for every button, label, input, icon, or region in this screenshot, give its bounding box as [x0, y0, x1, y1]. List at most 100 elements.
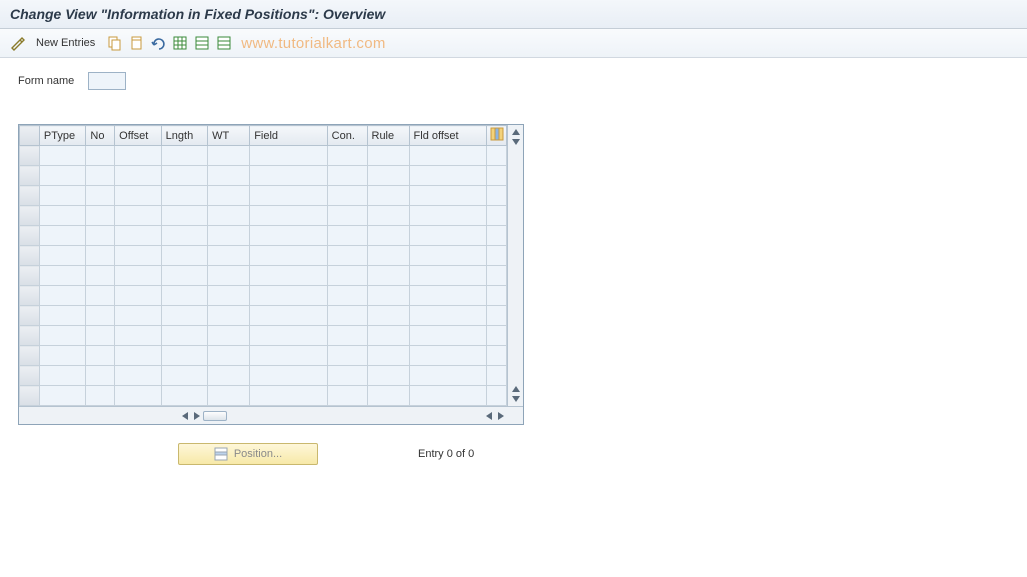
grid-cell[interactable]	[115, 306, 161, 326]
hscroll-thumb[interactable]	[203, 411, 227, 421]
row-selector[interactable]	[20, 306, 40, 326]
grid-cell[interactable]	[86, 306, 115, 326]
grid-cell[interactable]	[250, 386, 327, 406]
grid-cell[interactable]	[487, 226, 507, 246]
grid-cell[interactable]	[115, 266, 161, 286]
grid-cell[interactable]	[367, 386, 409, 406]
col-wt[interactable]: WT	[208, 126, 250, 146]
scroll-left-icon[interactable]	[182, 412, 188, 420]
grid-cell[interactable]	[161, 306, 207, 326]
grid-cell[interactable]	[208, 346, 250, 366]
scroll-left-end-icon[interactable]	[486, 412, 492, 420]
col-field[interactable]: Field	[250, 126, 327, 146]
grid-cell[interactable]	[208, 206, 250, 226]
grid-cell[interactable]	[327, 266, 367, 286]
grid-cell[interactable]	[86, 206, 115, 226]
grid-cell[interactable]	[367, 366, 409, 386]
grid-cell[interactable]	[39, 146, 85, 166]
grid-cell[interactable]	[327, 366, 367, 386]
scroll-right-icon[interactable]	[194, 412, 200, 420]
form-name-field[interactable]	[88, 72, 126, 90]
grid-cell[interactable]	[487, 286, 507, 306]
row-selector[interactable]	[20, 246, 40, 266]
grid-cell[interactable]	[327, 346, 367, 366]
grid-cell[interactable]	[208, 166, 250, 186]
grid-cell[interactable]	[115, 206, 161, 226]
delete-icon[interactable]	[127, 34, 145, 52]
grid-cell[interactable]	[86, 286, 115, 306]
col-no[interactable]: No	[86, 126, 115, 146]
grid-cell[interactable]	[86, 186, 115, 206]
grid-cell[interactable]	[161, 206, 207, 226]
grid-cell[interactable]	[250, 286, 327, 306]
grid-cell[interactable]	[367, 226, 409, 246]
grid-cell[interactable]	[86, 386, 115, 406]
col-rule[interactable]: Rule	[367, 126, 409, 146]
scroll-down-bottom-icon[interactable]	[512, 396, 520, 402]
grid-cell[interactable]	[115, 286, 161, 306]
grid-cell[interactable]	[250, 366, 327, 386]
grid-cell[interactable]	[367, 286, 409, 306]
col-fldoffset[interactable]: Fld offset	[409, 126, 486, 146]
grid-cell[interactable]	[327, 286, 367, 306]
grid-cell[interactable]	[409, 326, 486, 346]
grid-cell[interactable]	[86, 346, 115, 366]
copy-icon[interactable]	[105, 34, 123, 52]
scroll-right-end-icon[interactable]	[498, 412, 504, 420]
grid-cell[interactable]	[208, 326, 250, 346]
scroll-up-bottom-icon[interactable]	[512, 386, 520, 392]
grid-cell[interactable]	[208, 146, 250, 166]
grid-cell[interactable]	[161, 346, 207, 366]
new-entries-button[interactable]: New Entries	[30, 35, 101, 51]
grid-cell[interactable]	[327, 306, 367, 326]
grid-cell[interactable]	[367, 166, 409, 186]
grid-cell[interactable]	[409, 306, 486, 326]
grid-cell[interactable]	[250, 146, 327, 166]
grid-cell[interactable]	[409, 166, 486, 186]
vertical-scrollbar[interactable]	[507, 125, 523, 406]
configure-columns-icon[interactable]	[487, 126, 507, 146]
select-block-icon[interactable]	[193, 34, 211, 52]
row-selector[interactable]	[20, 186, 40, 206]
position-button[interactable]: Position...	[178, 443, 318, 465]
grid-cell[interactable]	[39, 326, 85, 346]
grid-cell[interactable]	[367, 206, 409, 226]
grid-cell[interactable]	[39, 166, 85, 186]
grid-cell[interactable]	[487, 366, 507, 386]
grid-cell[interactable]	[409, 346, 486, 366]
grid-cell[interactable]	[115, 166, 161, 186]
row-selector[interactable]	[20, 366, 40, 386]
grid-cell[interactable]	[115, 246, 161, 266]
row-selector-header[interactable]	[20, 126, 40, 146]
grid-cell[interactable]	[86, 266, 115, 286]
grid-cell[interactable]	[250, 166, 327, 186]
grid-cell[interactable]	[327, 146, 367, 166]
grid-cell[interactable]	[86, 246, 115, 266]
grid-cell[interactable]	[161, 246, 207, 266]
grid-cell[interactable]	[409, 186, 486, 206]
horizontal-scrollbar[interactable]	[19, 406, 523, 424]
grid-cell[interactable]	[39, 186, 85, 206]
grid-cell[interactable]	[250, 226, 327, 246]
grid-cell[interactable]	[161, 286, 207, 306]
toggle-edit-icon[interactable]	[8, 34, 26, 52]
grid-cell[interactable]	[39, 266, 85, 286]
grid-cell[interactable]	[367, 326, 409, 346]
row-selector[interactable]	[20, 346, 40, 366]
grid-cell[interactable]	[39, 386, 85, 406]
row-selector[interactable]	[20, 266, 40, 286]
grid-cell[interactable]	[208, 306, 250, 326]
grid-cell[interactable]	[367, 266, 409, 286]
grid-cell[interactable]	[327, 246, 367, 266]
grid-cell[interactable]	[86, 366, 115, 386]
grid-cell[interactable]	[161, 326, 207, 346]
row-selector[interactable]	[20, 206, 40, 226]
grid-cell[interactable]	[487, 326, 507, 346]
grid-cell[interactable]	[115, 226, 161, 246]
grid-cell[interactable]	[487, 306, 507, 326]
grid-cell[interactable]	[115, 386, 161, 406]
grid-cell[interactable]	[250, 246, 327, 266]
grid-cell[interactable]	[208, 366, 250, 386]
grid-cell[interactable]	[327, 386, 367, 406]
grid-cell[interactable]	[115, 146, 161, 166]
